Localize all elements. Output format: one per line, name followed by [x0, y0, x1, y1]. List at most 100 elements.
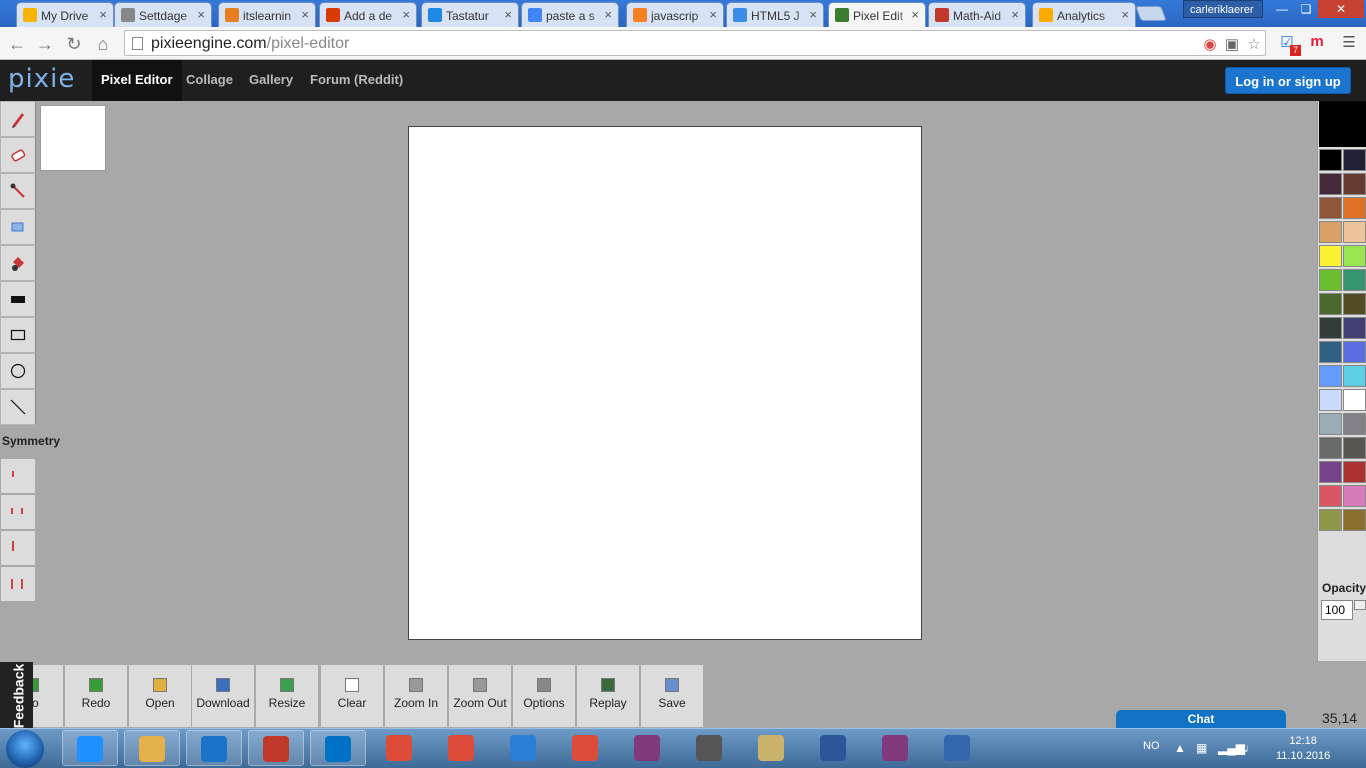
- palette-swatch[interactable]: [1319, 341, 1342, 363]
- browser-tab[interactable]: itslearnin ×: [218, 2, 316, 27]
- reload-icon[interactable]: ↻: [63, 34, 85, 55]
- palette-swatch[interactable]: [1343, 293, 1366, 315]
- volume-icon[interactable]: ♩: [1244, 741, 1256, 755]
- palette-swatch[interactable]: [1343, 173, 1366, 195]
- nav-forum[interactable]: Forum (Reddit): [310, 72, 403, 87]
- tab-close-icon[interactable]: ×: [301, 7, 309, 22]
- taskbar-app-button[interactable]: [558, 730, 614, 766]
- browser-tab[interactable]: Pixel Edit ×: [828, 2, 926, 27]
- browser-tab[interactable]: My Drive ×: [16, 2, 114, 27]
- symmetry-mirror-button[interactable]: [0, 494, 36, 530]
- profile-button[interactable]: carleriklaerer: [1183, 0, 1263, 18]
- tab-close-icon[interactable]: ×: [809, 7, 817, 22]
- circle-tool[interactable]: [0, 353, 36, 389]
- close-window-icon[interactable]: ✕: [1318, 0, 1364, 18]
- palette-swatch[interactable]: [1343, 221, 1366, 243]
- show-hidden-icons-icon[interactable]: ▲: [1174, 741, 1186, 755]
- palette-swatch[interactable]: [1343, 317, 1366, 339]
- chat-button[interactable]: Chat: [1116, 710, 1286, 728]
- minimize-icon[interactable]: —: [1270, 0, 1294, 18]
- palette-swatch[interactable]: [1319, 485, 1342, 507]
- clear-button[interactable]: Clear: [320, 664, 384, 728]
- taskbar-app-button[interactable]: [620, 730, 676, 766]
- taskbar-app-button[interactable]: [434, 730, 490, 766]
- palette-swatch[interactable]: [1319, 197, 1342, 219]
- palette-swatch[interactable]: [1343, 509, 1366, 531]
- palette-swatch[interactable]: [1343, 197, 1366, 219]
- taskbar-app-button[interactable]: [248, 730, 304, 766]
- tab-close-icon[interactable]: ×: [402, 7, 410, 22]
- line-tool[interactable]: [0, 389, 36, 425]
- palette-swatch[interactable]: [1319, 365, 1342, 387]
- eyedropper-tool[interactable]: [0, 173, 36, 209]
- new-tab-button[interactable]: [1135, 6, 1167, 21]
- download-button[interactable]: Download: [191, 664, 255, 728]
- symmetry-quad-button[interactable]: [0, 566, 36, 602]
- browser-tab[interactable]: Analytics ×: [1032, 2, 1136, 27]
- palette-swatch[interactable]: [1343, 485, 1366, 507]
- palette-swatch[interactable]: [1343, 365, 1366, 387]
- blocked-icon[interactable]: ◉: [1201, 35, 1219, 53]
- taskbar-app-button[interactable]: [372, 730, 428, 766]
- opacity-slider-handle[interactable]: [1354, 600, 1366, 610]
- taskbar-app-button[interactable]: [62, 730, 118, 766]
- rect-tool[interactable]: [0, 317, 36, 353]
- bookmark-star-icon[interactable]: ☆: [1245, 35, 1263, 53]
- pencil-tool[interactable]: [0, 101, 36, 137]
- tab-close-icon[interactable]: ×: [709, 7, 717, 22]
- tab-close-icon[interactable]: ×: [911, 7, 919, 22]
- palette-swatch[interactable]: [1343, 461, 1366, 483]
- browser-tab[interactable]: Tastatur ×: [421, 2, 519, 27]
- nav-pixel-editor[interactable]: Pixel Editor: [92, 60, 182, 101]
- filled-rect-tool[interactable]: [0, 281, 36, 317]
- palette-swatch[interactable]: [1319, 221, 1342, 243]
- zoom-out-button[interactable]: Zoom Out: [448, 664, 512, 728]
- fill-tool[interactable]: [0, 245, 36, 281]
- palette-swatch[interactable]: [1343, 269, 1366, 291]
- palette-swatch[interactable]: [1319, 413, 1342, 435]
- feedback-tab[interactable]: Feedback: [0, 662, 33, 730]
- palette-swatch[interactable]: [1343, 389, 1366, 411]
- tab-close-icon[interactable]: ×: [99, 7, 107, 22]
- resize-button[interactable]: Resize: [255, 664, 319, 728]
- taskbar-app-button[interactable]: [868, 730, 924, 766]
- language-indicator[interactable]: NO: [1143, 740, 1160, 752]
- palette-swatch[interactable]: [1319, 461, 1342, 483]
- palette-swatch[interactable]: [1319, 293, 1342, 315]
- selection-tool[interactable]: [0, 209, 36, 245]
- menu-icon[interactable]: ☰: [1340, 33, 1358, 51]
- palette-swatch[interactable]: [1319, 245, 1342, 267]
- taskbar-app-button[interactable]: [310, 730, 366, 766]
- nav-collage[interactable]: Collage: [186, 72, 233, 87]
- palette-swatch[interactable]: [1319, 269, 1342, 291]
- palette-swatch[interactable]: [1319, 389, 1342, 411]
- browser-tab[interactable]: Settdage ×: [114, 2, 212, 27]
- browser-tab[interactable]: HTML5 J ×: [726, 2, 824, 27]
- palette-swatch[interactable]: [1343, 413, 1366, 435]
- clock[interactable]: 12:18 11.10.2016: [1276, 734, 1330, 764]
- browser-tab[interactable]: paste a s ×: [521, 2, 619, 27]
- forward-icon[interactable]: →: [34, 34, 56, 55]
- taskbar-app-button[interactable]: [124, 730, 180, 766]
- address-bar[interactable]: pixieengine.com/pixel-editor ◉ ▣ ☆: [124, 30, 1266, 56]
- tab-close-icon[interactable]: ×: [197, 7, 205, 22]
- network-icon[interactable]: ▂▄▆: [1218, 741, 1245, 755]
- maximize-icon[interactable]: ❏: [1294, 0, 1318, 18]
- current-color[interactable]: [1319, 101, 1366, 147]
- taskbar-app-button[interactable]: [806, 730, 862, 766]
- symmetry-flip-button[interactable]: [0, 530, 36, 566]
- translate-icon[interactable]: ▣: [1223, 35, 1241, 53]
- palette-swatch[interactable]: [1343, 149, 1366, 171]
- back-icon[interactable]: ←: [6, 34, 28, 55]
- browser-tab[interactable]: Add a de ×: [319, 2, 417, 27]
- redo-button[interactable]: Redo: [64, 664, 128, 728]
- browser-tab[interactable]: javascrip ×: [626, 2, 724, 27]
- options-button[interactable]: Options: [512, 664, 576, 728]
- home-icon[interactable]: ⌂: [92, 34, 114, 55]
- tab-close-icon[interactable]: ×: [1121, 7, 1129, 22]
- opacity-input[interactable]: [1321, 600, 1353, 620]
- tab-close-icon[interactable]: ×: [1011, 7, 1019, 22]
- browser-tab[interactable]: Math-Aid ×: [928, 2, 1026, 27]
- replay-button[interactable]: Replay: [576, 664, 640, 728]
- extension-m-icon[interactable]: m: [1308, 33, 1326, 51]
